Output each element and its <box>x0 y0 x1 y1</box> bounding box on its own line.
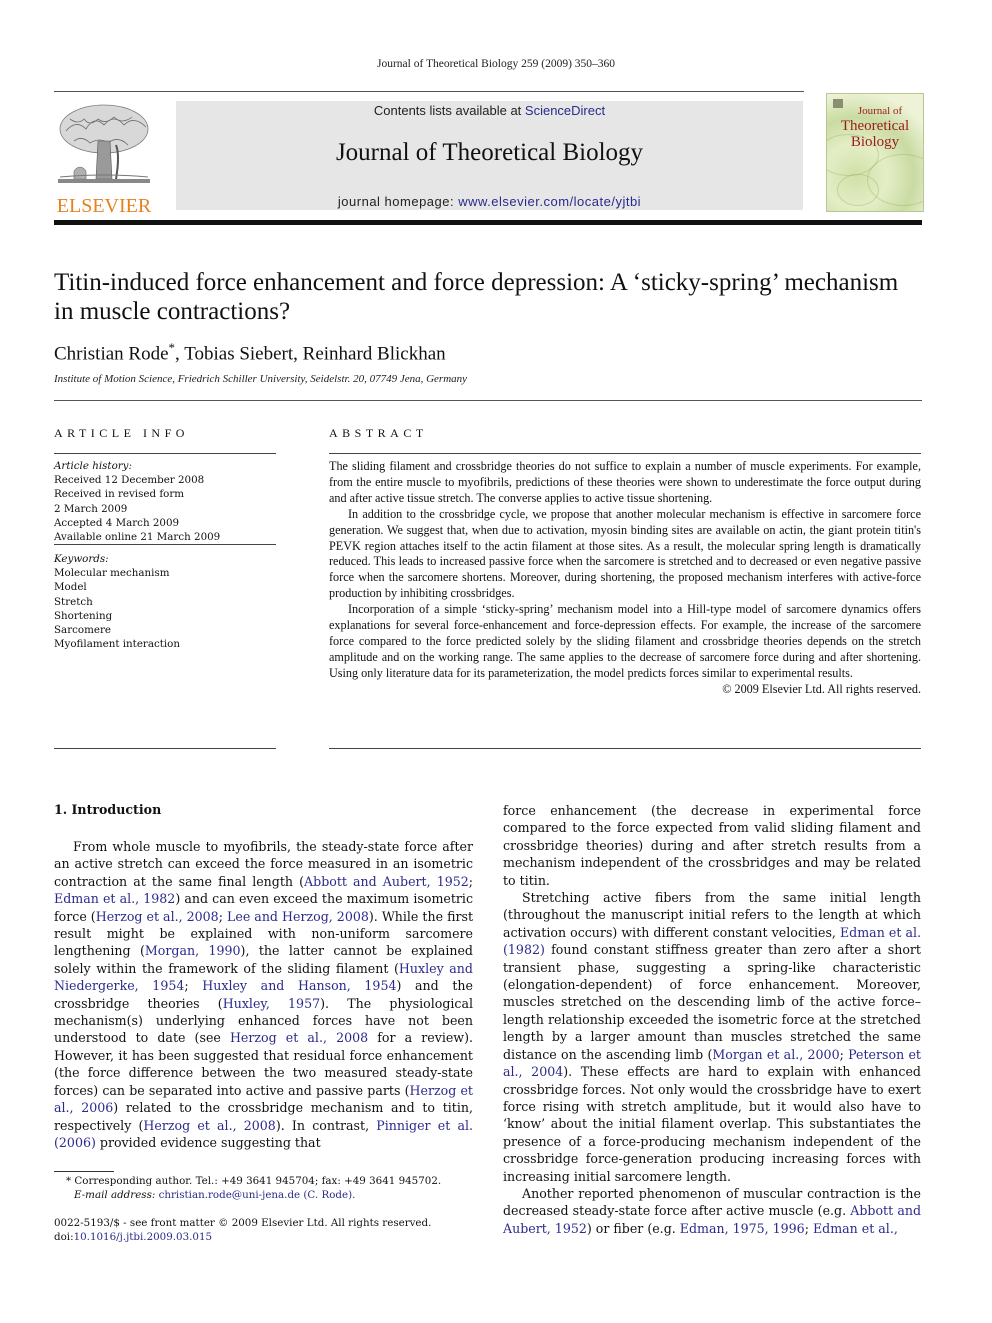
homepage-prefix: journal homepage: <box>337 194 459 209</box>
footnote-rule <box>54 1171 114 1172</box>
citation-link[interactable]: Morgan, 1990 <box>145 943 241 958</box>
keywords-label: Keywords: <box>54 553 109 565</box>
citation-link[interactable]: Edman et al., 1982 <box>54 891 175 906</box>
cover-title-line: Biology <box>850 134 900 150</box>
citation-link[interactable]: Herzog et al., 2008 <box>143 1118 275 1133</box>
article-history: Article history: Received 12 December 20… <box>54 459 276 544</box>
abstract-copyright: © 2009 Elsevier Ltd. All rights reserved… <box>722 681 921 696</box>
history-item: Received 12 December 2008 <box>54 474 205 487</box>
abstract-heading: ABSTRACT <box>329 426 428 440</box>
citation-link[interactable]: Edman, 1975, 1996 <box>680 1221 805 1236</box>
body-left-column: From whole muscle to myofibrils, the ste… <box>54 838 473 1151</box>
body-text: force enhancement (the decrease in exper… <box>503 803 921 888</box>
front-matter: 0022-5193/$ - see front matter © 2009 El… <box>54 1216 431 1244</box>
email-label: E-mail address: <box>74 1189 159 1202</box>
article-title: Titin-induced force enhancement and forc… <box>54 269 899 325</box>
article-history-label: Article history: <box>54 460 132 472</box>
front-matter-copyright: 0022-5193/$ - see front matter © 2009 El… <box>54 1217 432 1229</box>
abstract-paragraph: In addition to the crossbridge cycle, we… <box>329 506 921 601</box>
cover-title-line: Journal of <box>857 105 903 117</box>
homepage-line: journal homepage: www.elsevier.com/locat… <box>176 194 803 209</box>
corresponding-author-footnote: * Corresponding author. Tel.: +49 3641 9… <box>66 1175 442 1187</box>
doi-prefix: doi: <box>54 1231 74 1244</box>
divider <box>329 453 921 454</box>
running-head: Journal of Theoretical Biology 259 (2009… <box>376 58 616 70</box>
abstract-paragraph: The sliding filament and crossbridge the… <box>329 459 921 505</box>
elsevier-logo[interactable]: ELSEVIER <box>54 101 154 217</box>
email-footnote: E-mail address: christian.rode@uni-jena.… <box>54 1188 474 1202</box>
body-text: ; <box>804 1220 813 1236</box>
author-name[interactable]: Reinhard Blickhan <box>303 343 446 364</box>
header-rule <box>54 91 804 92</box>
history-item: Available online 21 March 2009 <box>54 531 221 544</box>
cover-title: Journal of Theoretical Biology <box>827 106 923 150</box>
citation-link[interactable]: Edman et al., <box>813 1221 898 1236</box>
divider <box>54 748 276 749</box>
affiliation: Institute of Motion Science, Friedrich S… <box>54 373 468 385</box>
keyword-item: Model <box>54 581 87 594</box>
body-text: ; <box>839 1046 849 1062</box>
keyword-item: Stretch <box>54 595 93 608</box>
divider <box>329 748 921 749</box>
history-item: Accepted 4 March 2009 <box>54 516 180 529</box>
body-text: ; <box>468 873 473 889</box>
divider <box>54 453 276 454</box>
contents-line: Contents lists available at ScienceDirec… <box>176 103 803 118</box>
body-right-column: force enhancement (the decrease in exper… <box>503 802 921 1237</box>
journal-name: Journal of Theoretical Biology <box>335 139 644 166</box>
citation-link[interactable]: Lee and Herzog, 2008 <box>227 909 369 924</box>
author-list: Christian Rode*, Tobias Siebert, Reinhar… <box>54 340 446 365</box>
journal-cover-image[interactable]: Journal of Theoretical Biology <box>826 93 924 212</box>
doi-line: doi:10.1016/j.jtbi.2009.03.015 <box>54 1230 431 1244</box>
keyword-item: Shortening <box>54 609 113 622</box>
keywords: Keywords: Molecular mechanism Model Stre… <box>54 552 276 651</box>
abstract-body: The sliding filament and crossbridge the… <box>329 459 921 698</box>
sciencedirect-link[interactable]: ScienceDirect <box>525 103 605 118</box>
author-name[interactable]: Christian Rode <box>54 343 169 364</box>
journal-banner: Contents lists available at ScienceDirec… <box>176 101 803 210</box>
contents-prefix: Contents lists available at <box>373 103 525 118</box>
citation-link[interactable]: Morgan et al., 2000 <box>712 1047 839 1062</box>
divider <box>54 400 922 401</box>
abstract-paragraph: Incorporation of a simple ‘sticky-spring… <box>329 602 921 680</box>
body-paragraph: force enhancement (the decrease in exper… <box>503 802 921 889</box>
body-paragraph: From whole muscle to myofibrils, the ste… <box>54 838 473 1151</box>
footnotes: * Corresponding author. Tel.: +49 3641 9… <box>54 1174 474 1202</box>
body-paragraph: Stretching active fibers from the same i… <box>503 889 921 1185</box>
section-heading-introduction: 1. Introduction <box>54 802 162 817</box>
body-text: provided evidence suggesting that <box>95 1134 321 1150</box>
keyword-item: Myofilament interaction <box>54 638 181 651</box>
body-text: ) or fiber (e.g. <box>586 1220 680 1236</box>
keyword-item: Molecular mechanism <box>54 567 170 580</box>
masthead-thick-rule <box>54 220 922 225</box>
cover-title-line: Theoretical <box>840 118 910 134</box>
elsevier-wordmark: ELSEVIER <box>56 195 152 217</box>
citation-link[interactable]: Herzog et al., 2008 <box>230 1030 368 1045</box>
body-paragraph: Another reported phenomenon of muscular … <box>503 1185 921 1237</box>
keyword-item: Sarcomere <box>54 624 111 637</box>
body-text: ). In contrast, <box>275 1117 377 1133</box>
body-text: found constant stiffness greater than ze… <box>503 942 921 1062</box>
history-item: Received in revised form <box>54 488 185 501</box>
citation-link[interactable]: Herzog et al., 2008 <box>96 909 219 924</box>
author-name[interactable]: Tobias Siebert <box>184 343 293 364</box>
journal-homepage-link[interactable]: www.elsevier.com/locate/yjtbi <box>458 194 641 209</box>
body-text: ; <box>218 908 227 924</box>
body-text: ). These effects are hard to explain wit… <box>503 1064 921 1184</box>
citation-link[interactable]: Huxley and Hanson, 1954 <box>202 978 396 993</box>
elsevier-tree-icon <box>58 104 150 183</box>
body-text: ; <box>184 978 203 994</box>
history-item: 2 March 2009 <box>54 502 128 515</box>
doi-link[interactable]: 10.1016/j.jtbi.2009.03.015 <box>74 1231 213 1243</box>
author-separator: , <box>175 343 185 365</box>
article-info-heading: ARTICLE INFO <box>54 426 189 440</box>
author-separator: , <box>293 343 303 365</box>
citation-link[interactable]: Abbott and Aubert, 1952 <box>304 874 469 889</box>
citation-link[interactable]: Huxley, 1957 <box>223 996 320 1011</box>
email-link[interactable]: christian.rode@uni-jena.de (C. Rode). <box>159 1189 356 1201</box>
